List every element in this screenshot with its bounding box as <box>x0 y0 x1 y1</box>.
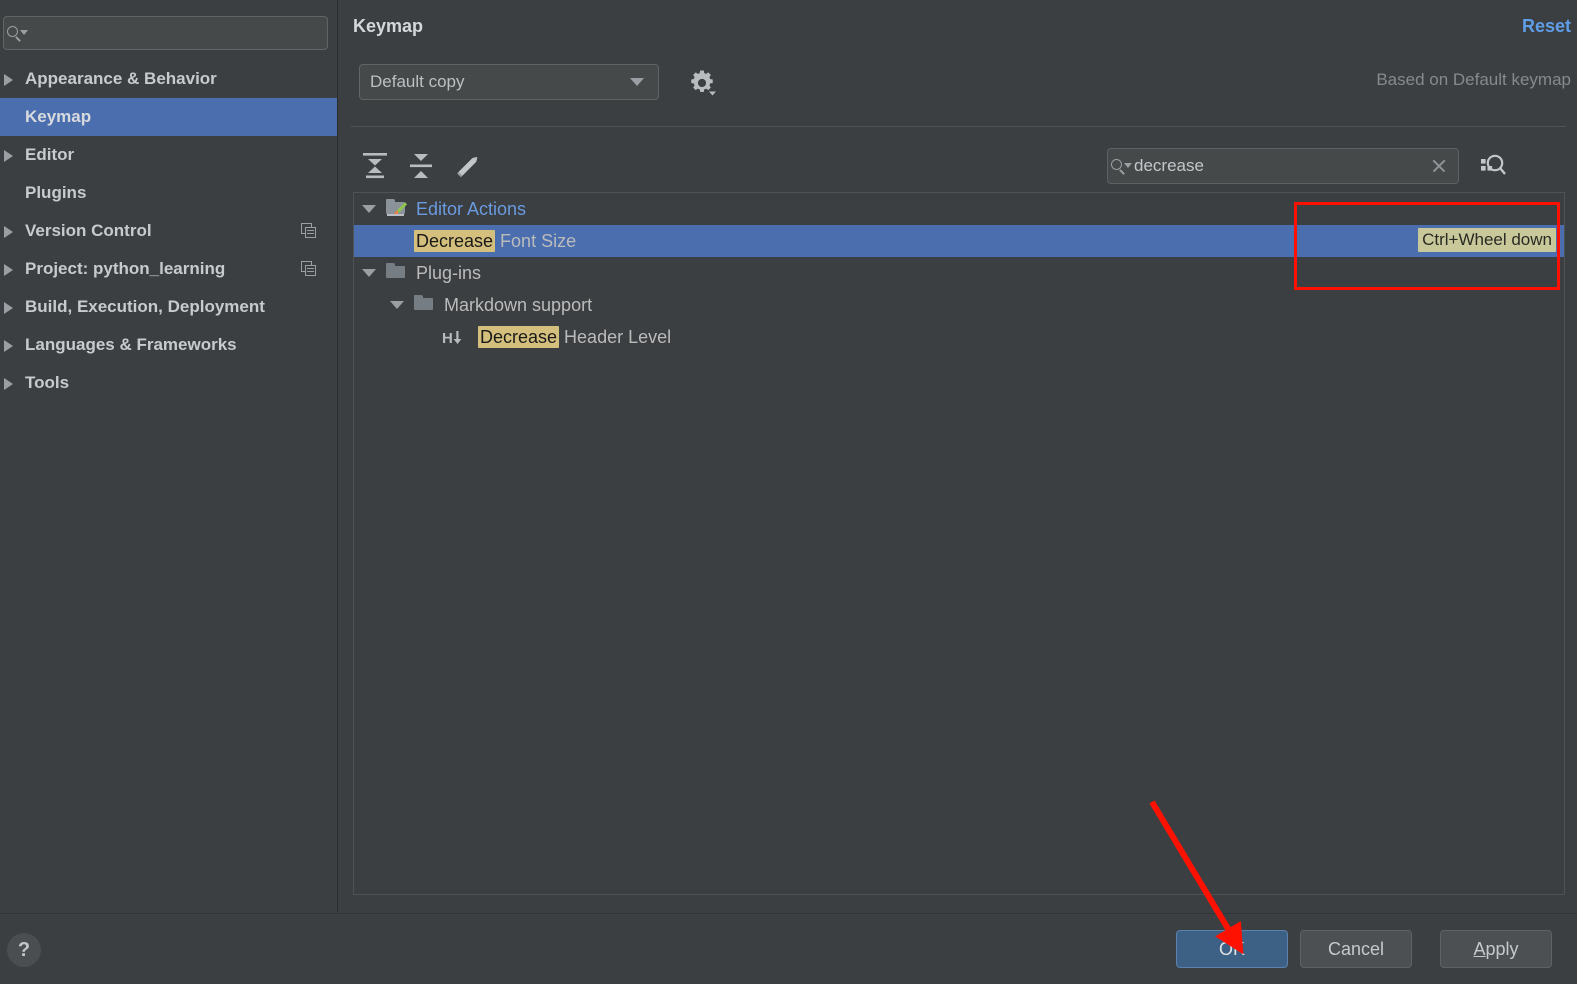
tree-row[interactable]: Editor Actions <box>354 193 1564 225</box>
gear-icon <box>691 70 716 96</box>
keymap-search-input[interactable] <box>1134 156 1426 176</box>
apply-label-rest: pply <box>1485 938 1519 959</box>
tree-row[interactable]: H Decrease Header Level <box>354 321 1564 353</box>
sidebar-item-label: Keymap <box>25 107 92 126</box>
sidebar-search-input[interactable] <box>28 24 327 42</box>
tree-row[interactable]: Decrease Font Size Ctrl+Wheel down <box>354 225 1564 257</box>
settings-sidebar: Appearance & Behavior Keymap Editor Plugins… <box>0 0 338 912</box>
tree-row-label-text: Font Size <box>495 230 577 251</box>
tree-row-label: Plug-ins <box>416 263 481 284</box>
ok-button[interactable]: OK <box>1176 930 1288 968</box>
search-match-highlight: Decrease <box>478 325 560 348</box>
reset-link[interactable]: Reset <box>1522 16 1571 37</box>
collapse-all-button[interactable] <box>399 146 445 186</box>
search-match-highlight: Decrease <box>414 229 496 252</box>
sidebar-item-editor[interactable]: Editor <box>0 136 337 174</box>
sidebar-list: Appearance & Behavior Keymap Editor Plugins… <box>0 60 337 402</box>
editor-actions-folder-icon <box>386 199 410 219</box>
chevron-down-icon[interactable] <box>390 301 404 309</box>
sidebar-item-tools[interactable]: Tools <box>0 364 337 402</box>
search-icon <box>1110 158 1132 175</box>
tree-row[interactable]: Markdown support <box>354 289 1564 321</box>
sidebar-item-label: Tools <box>25 373 70 392</box>
based-on-keymap-label: Based on Default keymap <box>1376 70 1571 89</box>
sidebar-item-build-execution-deployment[interactable]: Build, Execution, Deployment <box>0 288 337 326</box>
settings-dialog: Appearance & Behavior Keymap Editor Plugins… <box>0 0 1577 984</box>
search-icon <box>6 25 28 42</box>
keymap-select[interactable]: Default copy <box>359 64 659 100</box>
keymap-actions-tree[interactable]: Editor Actions Decrease Font Size Ctrl+Whe… <box>353 192 1565 895</box>
pencil-icon <box>457 156 478 178</box>
apply-mnemonic: A <box>1473 938 1486 959</box>
apply-button[interactable]: Apply <box>1440 930 1552 968</box>
sidebar-item-label: Build, Execution, Deployment <box>25 297 265 316</box>
expand-all-button[interactable] <box>353 146 399 186</box>
tree-row-label-text: Header Level <box>559 326 672 347</box>
dialog-button-bar: ? OK Cancel Apply <box>0 913 1577 984</box>
chevron-right-icon[interactable] <box>4 264 13 276</box>
tree-toolbar <box>353 146 491 186</box>
chevron-right-icon[interactable] <box>4 74 13 86</box>
tree-row-label: Decrease Header Level <box>478 325 672 348</box>
copy-settings-icon[interactable] <box>301 223 317 239</box>
chevron-right-icon[interactable] <box>4 150 13 162</box>
shortcut-badge: Ctrl+Wheel down <box>1418 228 1556 252</box>
sidebar-item-keymap[interactable]: Keymap <box>0 98 337 136</box>
keymap-search-box[interactable] <box>1107 148 1459 184</box>
tree-row-label: Editor Actions <box>416 199 526 220</box>
sidebar-item-version-control[interactable]: Version Control <box>0 212 337 250</box>
collapse-all-icon <box>410 154 432 178</box>
sidebar-item-label: Project: python_learning <box>25 259 226 278</box>
chevron-down-icon <box>630 78 644 86</box>
chevron-right-icon[interactable] <box>4 302 13 314</box>
sidebar-item-label: Appearance & Behavior <box>25 69 217 88</box>
cancel-button[interactable]: Cancel <box>1300 930 1412 968</box>
sidebar-item-label: Languages & Frameworks <box>25 335 237 354</box>
sidebar-item-label: Plugins <box>25 183 87 202</box>
help-button[interactable]: ? <box>7 933 41 967</box>
page-title: Keymap <box>353 16 424 36</box>
tree-row-label: Decrease Font Size <box>414 229 577 252</box>
folder-icon <box>414 295 438 315</box>
keymap-settings-gear-button[interactable] <box>684 64 720 100</box>
chevron-down-icon[interactable] <box>362 205 376 213</box>
edit-shortcut-button[interactable] <box>445 146 491 186</box>
sidebar-item-label: Editor <box>25 145 75 164</box>
sidebar-search-box[interactable] <box>3 16 328 50</box>
sidebar-item-languages-frameworks[interactable]: Languages & Frameworks <box>0 326 337 364</box>
find-by-shortcut-button[interactable] <box>1475 148 1511 184</box>
header-level-down-icon: H <box>442 327 472 347</box>
keymap-select-value: Default copy <box>370 72 465 91</box>
tree-row-label-text: Markdown support <box>444 294 593 315</box>
sidebar-item-project-python-learning[interactable]: Project: python_learning <box>0 250 337 288</box>
chevron-right-icon[interactable] <box>4 340 13 352</box>
keymap-settings-panel: Keymap Reset Default copy Based on Defau… <box>339 0 1577 912</box>
copy-settings-icon[interactable] <box>301 261 317 277</box>
divider <box>351 126 1566 127</box>
expand-all-icon <box>363 153 387 179</box>
tree-row[interactable]: Plug-ins <box>354 257 1564 289</box>
find-by-shortcut-icon <box>1481 154 1506 175</box>
sidebar-item-appearance-behavior[interactable]: Appearance & Behavior <box>0 60 337 98</box>
tree-row-label-text: Editor Actions <box>416 198 527 219</box>
sidebar-item-label: Version Control <box>25 221 152 240</box>
folder-icon <box>386 263 410 283</box>
tree-row-label: Markdown support <box>444 295 592 316</box>
chevron-right-icon[interactable] <box>4 226 13 238</box>
chevron-down-icon[interactable] <box>362 269 376 277</box>
tree-row-label-text: Plug-ins <box>416 262 482 283</box>
sidebar-item-plugins[interactable]: Plugins <box>0 174 337 212</box>
clear-search-icon[interactable] <box>1426 153 1452 179</box>
chevron-right-icon[interactable] <box>4 378 13 390</box>
